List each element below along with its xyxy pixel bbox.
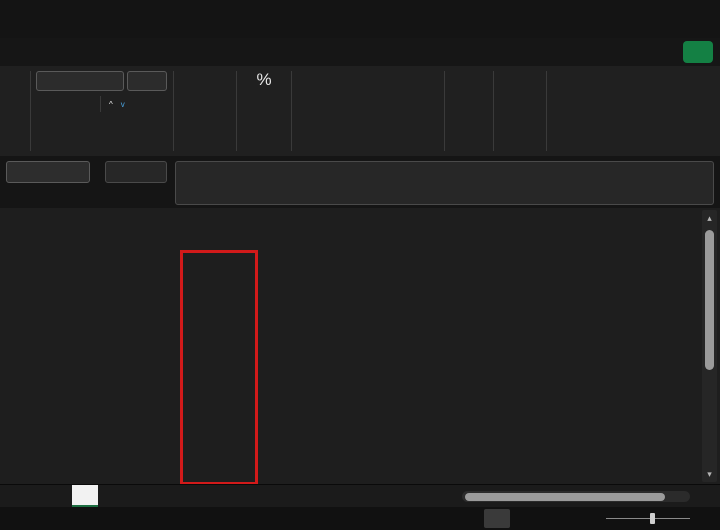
horizontal-scrollbar-thumb[interactable]	[465, 492, 665, 501]
title-bar	[0, 0, 720, 38]
ribbon-tab-row	[0, 38, 720, 66]
divider	[100, 96, 101, 112]
increase-font-button[interactable]: ^	[108, 100, 113, 109]
conditional-formatting-button[interactable]	[297, 71, 439, 92]
zoom-slider-thumb[interactable]	[650, 513, 655, 524]
horizontal-scrollbar[interactable]	[462, 491, 690, 502]
percent-icon: %	[256, 70, 272, 89]
selection-highlight-border	[180, 250, 258, 485]
add-ins-button[interactable]	[552, 71, 614, 76]
fill-color-button[interactable]	[45, 120, 61, 137]
scroll-up-icon[interactable]: ▴	[702, 212, 717, 224]
formula-input[interactable]	[175, 161, 714, 205]
column-headers	[0, 208, 720, 231]
font-size-select[interactable]	[127, 71, 167, 91]
maximize-button[interactable]	[640, 0, 678, 38]
copy-button[interactable]	[23, 95, 25, 112]
scroll-down-icon[interactable]: ▾	[702, 468, 717, 480]
close-button[interactable]	[681, 0, 719, 38]
styles-group	[292, 66, 444, 156]
formula-bar-drag-dots[interactable]	[90, 161, 103, 165]
vertical-scrollbar[interactable]: ▴ ▾	[702, 210, 717, 482]
formula-bar-row	[0, 156, 720, 208]
alignment-group-button[interactable]	[174, 66, 236, 156]
add-ins-group	[547, 66, 619, 156]
font-color-swatch	[68, 127, 82, 130]
ribbon: ^ v %	[0, 66, 720, 156]
clipboard-group	[0, 66, 30, 156]
share-button[interactable]	[683, 41, 713, 63]
fill-color-swatch	[45, 127, 59, 130]
cells-group-button[interactable]	[445, 66, 493, 156]
decrease-font-button[interactable]: v	[120, 100, 125, 109]
paste-button[interactable]	[5, 71, 17, 134]
format-as-table-button[interactable]	[297, 92, 439, 113]
sheet-tab-sheet1[interactable]	[72, 484, 98, 508]
normal-view-button[interactable]	[484, 509, 510, 528]
sheet-tab-bar	[0, 484, 720, 508]
spreadsheet-grid: ▴ ▾	[0, 208, 720, 485]
format-painter-button[interactable]	[23, 117, 25, 134]
page-layout-view-button[interactable]	[521, 509, 547, 528]
cut-button[interactable]	[23, 73, 25, 90]
status-bar	[0, 507, 720, 530]
cell-styles-button[interactable]	[297, 113, 439, 134]
borders-button[interactable]	[36, 120, 38, 137]
font-family-select[interactable]	[36, 71, 124, 91]
zoom-slider[interactable]	[606, 513, 690, 524]
vertical-scrollbar-thumb[interactable]	[705, 230, 714, 370]
page-break-view-button[interactable]	[558, 509, 584, 528]
formula-buttons	[105, 161, 167, 183]
minimize-button[interactable]	[595, 0, 633, 38]
editing-group-button[interactable]	[494, 66, 546, 156]
font-color-button[interactable]	[68, 120, 84, 137]
number-group-button[interactable]: %	[237, 66, 291, 156]
font-group: ^ v	[31, 66, 173, 156]
name-box[interactable]	[6, 161, 90, 183]
search-button[interactable]	[550, 0, 588, 38]
